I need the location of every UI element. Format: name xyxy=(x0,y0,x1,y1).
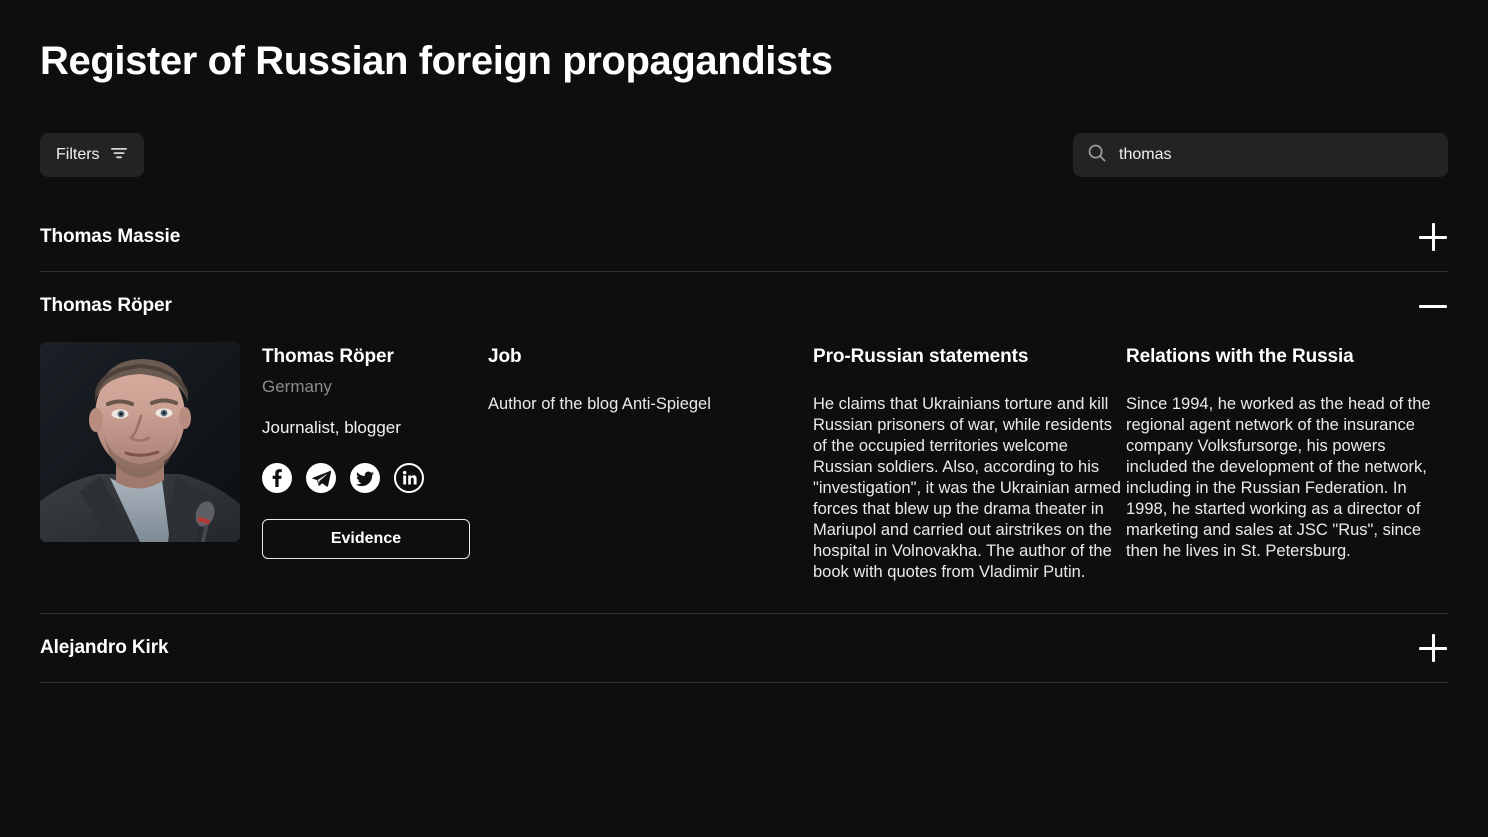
job-text: Author of the blog Anti-Spiegel xyxy=(488,395,711,413)
portrait-photo xyxy=(40,342,240,542)
person-country: Germany xyxy=(262,377,332,396)
social-links xyxy=(262,463,488,493)
facebook-icon[interactable] xyxy=(262,463,292,493)
list-item: Thomas Massie xyxy=(40,203,1448,272)
plus-icon[interactable] xyxy=(1418,222,1448,252)
search-input[interactable] xyxy=(1119,146,1434,164)
filters-button[interactable]: Filters xyxy=(40,133,144,177)
search-box[interactable] xyxy=(1073,133,1448,177)
row-name: Alejandro Kirk xyxy=(40,637,169,658)
search-icon xyxy=(1087,143,1107,168)
row-header-thomas-roper[interactable]: Thomas Röper xyxy=(40,272,1448,340)
person-name: Thomas Röper xyxy=(262,346,394,367)
detail-relations-column: Relations with the Russia Since 1994, he… xyxy=(1126,342,1448,583)
telegram-icon[interactable] xyxy=(306,463,336,493)
page-title: Register of Russian foreign propagandist… xyxy=(40,39,833,83)
detail-person-column: Thomas Röper Germany Journalist, blogger xyxy=(262,342,488,583)
row-header-alejandro-kirk[interactable]: Alejandro Kirk xyxy=(40,614,1448,682)
row-detail-panel: Thomas Röper Germany Journalist, blogger xyxy=(40,340,1448,613)
job-heading: Job xyxy=(488,346,522,367)
minus-icon[interactable] xyxy=(1418,291,1448,321)
toolbar: Filters xyxy=(40,133,1448,177)
twitter-icon[interactable] xyxy=(350,463,380,493)
plus-icon[interactable] xyxy=(1418,633,1448,663)
list-item: Thomas Röper Thomas Röper Germany Journa… xyxy=(40,272,1448,614)
row-name: Thomas Röper xyxy=(40,295,172,316)
page-root: Register of Russian foreign propagandist… xyxy=(0,0,1488,837)
filter-lines-icon xyxy=(110,146,128,165)
statements-text: He claims that Ukrainians torture and ki… xyxy=(813,395,1121,581)
person-list: Thomas Massie Thomas Röper Thomas Röper … xyxy=(40,203,1448,683)
detail-photo-column xyxy=(40,342,262,583)
relations-text: Since 1994, he worked as the head of the… xyxy=(1126,395,1431,560)
relations-heading: Relations with the Russia xyxy=(1126,346,1354,367)
row-name: Thomas Massie xyxy=(40,226,181,247)
detail-statements-column: Pro-Russian statements He claims that Uk… xyxy=(813,342,1126,583)
statements-heading: Pro-Russian statements xyxy=(813,346,1029,367)
filters-button-label: Filters xyxy=(56,146,100,163)
detail-job-column: Job Author of the blog Anti-Spiegel xyxy=(488,342,813,583)
evidence-button[interactable]: Evidence xyxy=(262,519,470,559)
row-header-thomas-massie[interactable]: Thomas Massie xyxy=(40,203,1448,271)
linkedin-icon[interactable] xyxy=(394,463,424,493)
list-item: Alejandro Kirk xyxy=(40,614,1448,683)
avatar xyxy=(40,342,240,542)
person-role: Journalist, blogger xyxy=(262,418,401,437)
